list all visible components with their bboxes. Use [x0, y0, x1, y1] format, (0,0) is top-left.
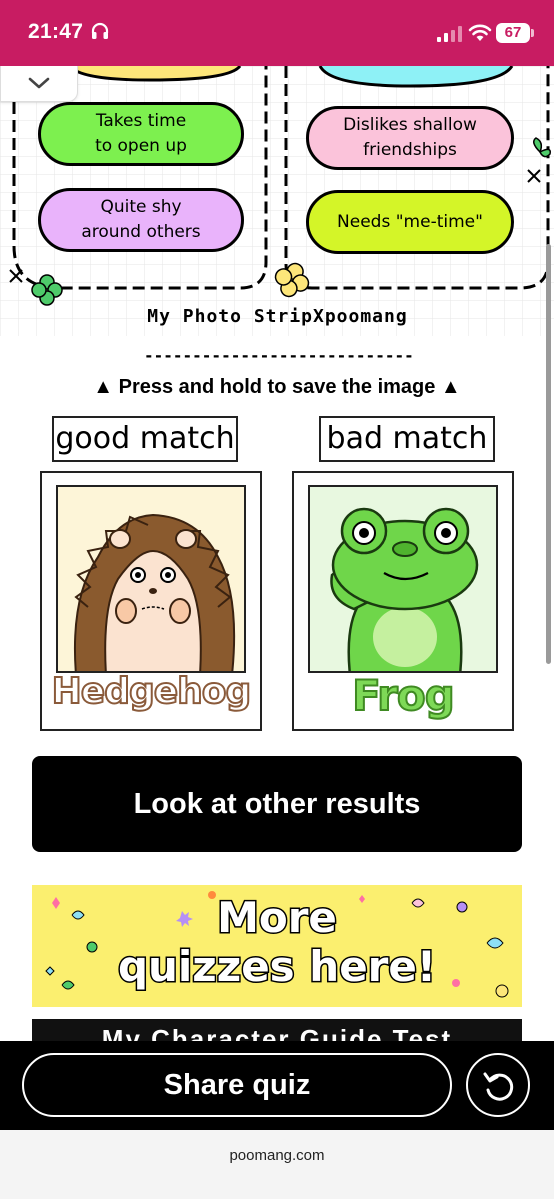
page-content[interactable]: Takes time to open up Quite shy around o… — [0, 66, 554, 1041]
trait-bubble: Quite shy around others — [38, 188, 244, 252]
frog-photo — [308, 485, 498, 673]
status-time: 21:47 — [28, 20, 84, 43]
wifi-icon — [468, 24, 492, 41]
more-quizzes-banner[interactable]: More quizzes here! — [32, 885, 522, 1007]
status-bar: 21:47 67 — [0, 0, 554, 66]
strip-title: My Photo StripXpoomang — [147, 306, 408, 327]
good-match-card[interactable]: Hedgehog — [40, 471, 262, 731]
bad-match-label: bad match — [319, 416, 495, 462]
hedgehog-illustration — [73, 513, 236, 671]
url-text: poomang.com — [229, 1147, 325, 1164]
frog-illustration — [330, 507, 479, 671]
divider-dashes: ---------------------------- — [144, 346, 414, 365]
result-photo-strip: Takes time to open up Quite shy around o… — [0, 66, 554, 336]
refresh-icon — [483, 1072, 514, 1101]
battery-indicator: 67 — [496, 23, 534, 43]
trait-bubble: Takes time to open up — [38, 102, 244, 166]
save-image-hint: ▲ Press and hold to save the image ▲ — [93, 376, 461, 398]
headphones-icon — [91, 22, 109, 39]
trait-bubble: Dislikes shallow friendships — [306, 106, 514, 170]
look-at-other-results-button[interactable]: Look at other results — [32, 756, 522, 852]
trait-bubble: Needs "me-time" — [306, 190, 514, 254]
share-quiz-button[interactable]: Share quiz — [22, 1053, 452, 1117]
bad-match-card[interactable]: Frog — [292, 471, 514, 731]
good-match-label: good match — [52, 416, 238, 462]
banner-title-line2: quizzes here! — [116, 941, 437, 993]
good-match-animal-name: Hedgehog — [51, 670, 253, 713]
character-guide-banner[interactable]: My Character Guide Test — [32, 1019, 522, 1041]
hedgehog-photo — [56, 485, 246, 673]
banner-title-line1: More — [216, 892, 339, 944]
retry-button[interactable] — [466, 1053, 530, 1117]
collapse-button[interactable] — [0, 66, 78, 102]
cellular-signal-icon — [437, 26, 462, 42]
bad-match-animal-name: Frog — [351, 670, 456, 721]
scrollbar[interactable] — [546, 244, 551, 664]
browser-url-bar[interactable]: poomang.com — [0, 1130, 554, 1199]
chevron-down-icon — [28, 77, 50, 89]
battery-level: 67 — [504, 24, 522, 41]
bottom-action-bar: Share quiz — [0, 1041, 554, 1130]
